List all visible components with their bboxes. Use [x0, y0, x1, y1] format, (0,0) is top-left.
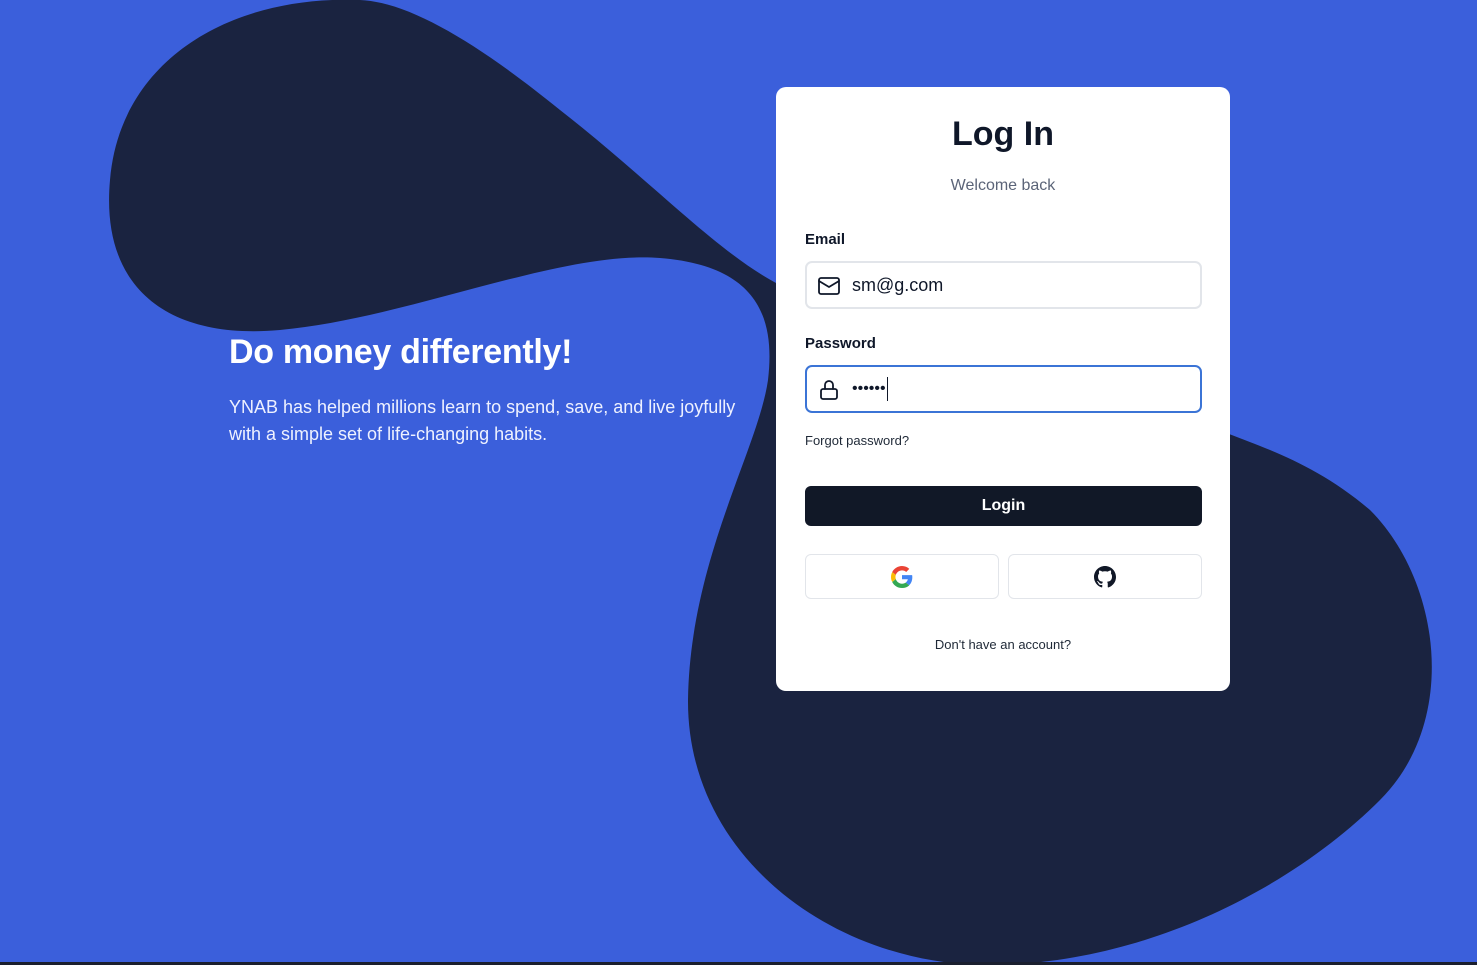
hero-section: Do money differently! YNAB has helped mi… — [229, 330, 749, 448]
github-login-button[interactable] — [1008, 554, 1202, 599]
mail-icon — [818, 277, 840, 295]
password-label: Password — [805, 335, 876, 352]
password-field[interactable]: •••••• — [805, 365, 1202, 413]
login-button[interactable]: Login — [805, 486, 1202, 526]
password-value: •••••• — [852, 380, 886, 397]
forgot-password-link[interactable]: Forgot password? — [805, 432, 909, 450]
text-caret — [886, 376, 889, 401]
login-subtitle: Welcome back — [950, 177, 1056, 194]
hero-description: YNAB has helped millions learn to spend,… — [229, 397, 736, 444]
google-login-button[interactable] — [805, 554, 999, 599]
email-label: Email — [805, 231, 846, 248]
hero-title: Do money differently! — [229, 333, 573, 371]
email-value: sm@g.com — [852, 275, 944, 295]
github-icon — [1094, 566, 1116, 588]
login-title: Log In — [952, 115, 1054, 153]
google-icon — [891, 566, 913, 588]
background-blob — [109, 0, 1432, 965]
lock-icon — [820, 380, 838, 400]
email-field[interactable]: sm@g.com — [805, 261, 1202, 309]
signup-link[interactable]: Don't have an account? — [776, 636, 1230, 654]
password-value-wrapper: •••••• — [852, 367, 889, 411]
